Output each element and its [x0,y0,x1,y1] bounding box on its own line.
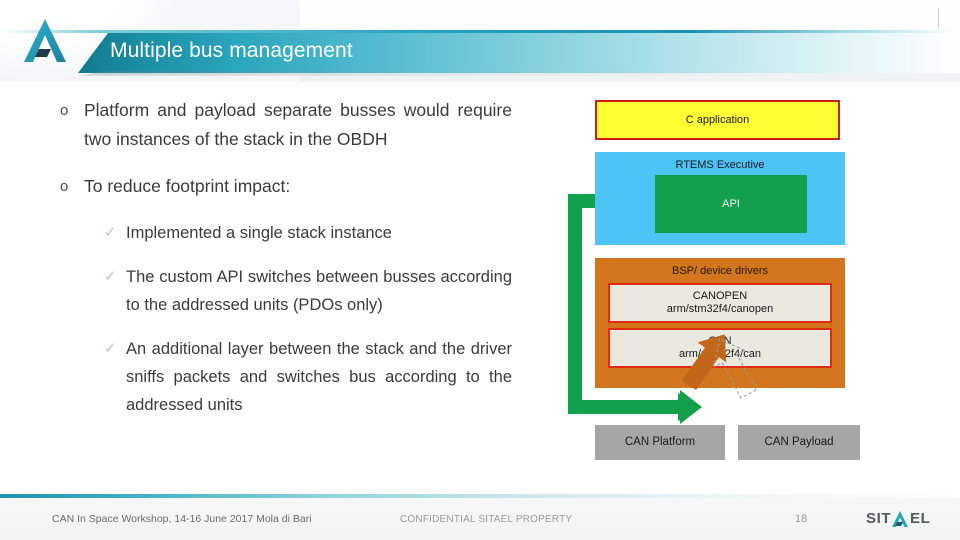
slide: Multiple bus management o Platform and p… [0,0,960,540]
hollow-circle-bullet-icon: o [60,178,69,195]
bullet-item: o Platform and payload separate busses w… [52,96,512,154]
sub-bullet-list: ✓ Implemented a single stack instance ✓ … [52,219,512,419]
checkmark-bullet-icon: ✓ [104,224,117,241]
diagram-box-canopen-driver: CANOPEN arm/stm32f4/canopen [608,283,832,323]
diagram-label-title: CAN [708,335,732,347]
sub-bullet-item: ✓ An additional layer between the stack … [104,335,512,419]
diagram-label: RTEMS Executive [675,159,765,171]
checkmark-bullet-icon: ✓ [104,268,117,285]
sub-bullet-item: ✓ Implemented a single stack instance [104,219,512,247]
footer-event-info: CAN In Space Workshop, 14-16 June 2017 M… [52,513,312,525]
sub-bullet-text: Implemented a single stack instance [126,224,392,242]
sitael-logo-text-end: EL [910,510,931,527]
diagram-label: BSP/ device drivers [672,265,768,277]
diagram-box-can-driver: CAN arm/stm32f4/can [608,328,832,368]
top-right-tick-icon [938,8,939,28]
sub-bullet-text: An additional layer between the stack an… [126,340,512,414]
diagram-box-can-platform: CAN Platform [595,425,725,460]
bullet-item: o To reduce footprint impact: [52,172,512,201]
diagram-box-c-application: C application [595,100,840,140]
title-band-shadow [80,71,940,76]
diagram-label: API [722,197,740,210]
page-number: 18 [795,513,808,525]
bullet-text: Platform and payload separate busses wou… [84,100,512,149]
diagram-label-title: CANOPEN [692,290,748,302]
checkmark-bullet-icon: ✓ [104,340,117,357]
diagram-label-group: CAN arm/stm32f4/can [679,335,761,361]
diagram-label-group: CANOPEN arm/stm32f4/canopen [667,290,773,316]
architecture-diagram: C application RTEMS Executive API BSP/ d… [560,90,860,480]
diagram-label: CAN Payload [764,436,834,448]
diagram-box-api: API [655,175,807,233]
footer-confidentiality-notice: CONFIDENTIAL SITAEL PROPERTY [400,514,573,525]
sub-bullet-text: The custom API switches between busses a… [126,268,512,314]
diagram-label: CAN Platform [624,436,696,448]
hollow-circle-bullet-icon: o [60,102,69,119]
diagram-label-path: arm/stm32f4/can [679,348,761,360]
header-top-rule [0,30,960,33]
bullet-text: To reduce footprint impact: [84,176,291,196]
page-title: Multiple bus management [110,39,353,62]
diagram-label: C application [685,113,750,126]
content-area: o Platform and payload separate busses w… [52,96,512,419]
diagram-box-can-payload: CAN Payload [738,425,860,460]
sitael-logo: SIT EL [866,509,942,529]
sitael-a-mark-icon [22,16,68,64]
sub-bullet-item: ✓ The custom API switches between busses… [104,263,512,319]
sitael-a-mark-icon [892,511,908,527]
diagram-label-path: arm/stm32f4/canopen [666,303,774,315]
diagram-box-bsp-device-drivers: BSP/ device drivers [595,258,845,388]
